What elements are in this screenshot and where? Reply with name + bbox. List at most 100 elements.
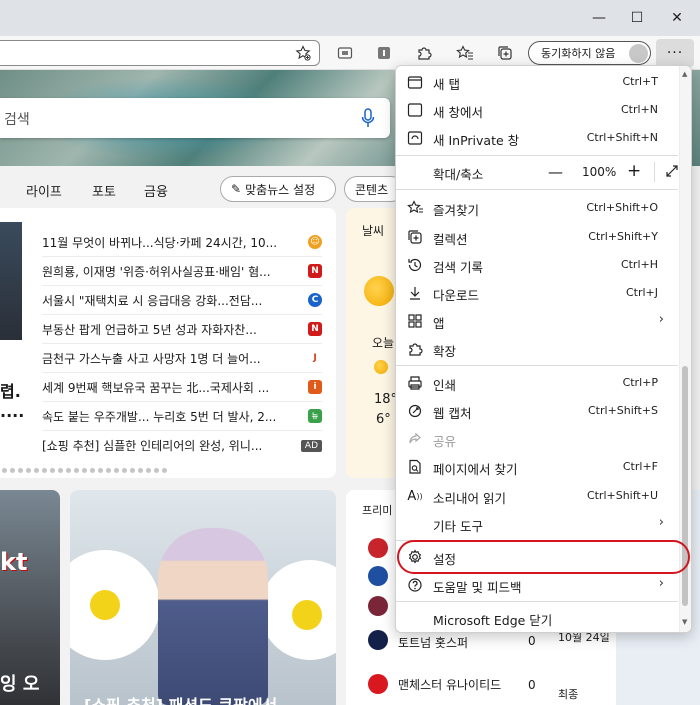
menu-item-new-inprivate[interactable]: 새 InPrivate 창 Ctrl+Shift+N (396, 124, 678, 152)
maximize-icon: ☐ (630, 10, 644, 26)
menu-item-find-on-page[interactable]: 페이지에서 찾기 Ctrl+F (396, 453, 678, 481)
sync-label: 동기화하지 않음 (541, 47, 616, 60)
menu-item-favorites[interactable]: 즐겨찾기 Ctrl+Shift+O (396, 194, 678, 222)
news-item[interactable]: 서울시 "재택치료 시 응급대응 강화...전담... C (42, 286, 322, 315)
team-score: 0 (528, 678, 536, 692)
immersive-reader-icon[interactable] (373, 43, 395, 63)
print-icon (406, 374, 424, 392)
match-status: 최종 (558, 688, 579, 701)
menu-item-extensions[interactable]: 확장 (396, 335, 678, 363)
read-aloud-icon: A)) (407, 488, 423, 504)
sun-small-icon (374, 360, 388, 374)
sun-icon (364, 276, 394, 306)
image-card-building[interactable]: kt 잉 오 (0, 490, 60, 705)
download-icon (406, 284, 424, 302)
news-source-icon: i (308, 380, 322, 394)
nav-item-finance[interactable]: 금융 (144, 181, 168, 200)
favorites-star-icon[interactable] (454, 43, 476, 63)
menu-item-new-tab[interactable]: 새 탭 Ctrl+T (396, 68, 678, 96)
share-icon (406, 430, 424, 448)
news-source-icon: N (308, 264, 322, 278)
new-window-icon (406, 101, 424, 119)
kt-logo: kt (0, 548, 28, 576)
ad-badge: AD (300, 439, 322, 452)
chevron-right-icon: › (658, 515, 664, 530)
news-card: 렵..... 11월 무엇이 바뀌나...식당·카페 24시간, 10... ☺ … (0, 208, 336, 478)
team-score: 0 (528, 634, 536, 648)
collections-icon (406, 228, 424, 246)
zoom-in-button[interactable]: + (627, 161, 641, 181)
menu-item-share: 공유 (396, 425, 678, 453)
pencil-icon: ✎ (231, 182, 242, 196)
menu-separator (396, 155, 678, 156)
premier-card-title: 프리미 (362, 504, 393, 517)
settings-highlight-annotation (397, 540, 690, 574)
find-on-page-icon (406, 458, 424, 476)
settings-and-more-button[interactable]: ··· (656, 39, 694, 67)
nav-item-life[interactable]: 라이프 (26, 181, 62, 200)
news-item[interactable]: 원희룡, 이재명 '위증·허위사실공표·배임' 혐... N (42, 257, 322, 286)
personalize-news-label: 맞춤뉴스 설정 (245, 182, 316, 197)
team-logo-icon (368, 596, 388, 616)
menu-item-read-aloud[interactable]: A)) 소리내어 읽기 Ctrl+Shift+U (396, 482, 678, 510)
nav-item-photo[interactable]: 포토 (92, 181, 116, 200)
minimize-icon: — (592, 10, 606, 26)
menu-item-zoom: 확대/축소 — 100% + (396, 158, 678, 186)
team-name: 맨체스터 유나이티드 (398, 678, 502, 692)
menu-item-history[interactable]: 검색 기록 Ctrl+H (396, 251, 678, 279)
image-card-fashion[interactable]: [쇼핑 추천] 패션도 쿠팡에서 (70, 490, 336, 705)
settings-and-more-menu: 새 탭 Ctrl+T 새 창에서 Ctrl+N 새 InPrivate 창 Ct… (395, 65, 692, 633)
menu-item-help-feedback[interactable]: 도움말 및 피드백 › (396, 571, 678, 599)
news-list: 11월 무엇이 바뀌나...식당·카페 24시간, 10... ☺ 원희룡, 이재… (42, 228, 322, 460)
news-item[interactable]: 세계 9번째 핵보유국 꿈꾸는 北...국제사회 ... i (42, 373, 322, 402)
news-item[interactable]: 금천구 가스누출 사고 사망자 1명 더 늘어... J (42, 344, 322, 373)
menu-item-more-tools[interactable]: 기타 도구 › (396, 510, 678, 538)
menu-item-web-capture[interactable]: 웹 캡처 Ctrl+Shift+S (396, 397, 678, 425)
news-source-icon: C (308, 293, 322, 307)
menu-item-collections[interactable]: 컬렉션 Ctrl+Shift+Y (396, 223, 678, 251)
team-logo-icon (368, 674, 388, 694)
address-bar[interactable] (0, 40, 320, 66)
menu-separator (396, 365, 678, 366)
collections-icon[interactable] (494, 43, 516, 63)
menu-item-print[interactable]: 인쇄 Ctrl+P (396, 369, 678, 397)
microphone-icon[interactable] (358, 107, 378, 129)
menu-item-close-edge[interactable]: Microsoft Edge 닫기 (396, 604, 678, 632)
news-headline-fragment[interactable]: 렵..... (0, 378, 24, 421)
menu-item-apps[interactable]: 앱 › (396, 307, 678, 335)
team-logo-icon (368, 538, 388, 558)
team-logo-icon (368, 566, 388, 586)
news-item[interactable]: 속도 붙는 우주개발... 누리호 5번 더 발사, 2... 뉴 (42, 402, 322, 431)
menu-item-downloads[interactable]: 다운로드 Ctrl+J (396, 279, 678, 307)
weather-today-label: 오늘 (372, 336, 395, 350)
news-item[interactable]: 11월 무엇이 바뀌나...식당·카페 24시간, 10... ☺ (42, 228, 322, 257)
add-favorite-icon[interactable] (292, 43, 314, 63)
fullscreen-icon[interactable] (664, 163, 680, 183)
scroll-down-arrow-icon[interactable]: ▼ (682, 618, 687, 626)
web-search-box[interactable]: 검색 (0, 98, 390, 138)
inprivate-icon (406, 129, 424, 147)
menu-item-new-window[interactable]: 새 창에서 Ctrl+N (396, 96, 678, 124)
zoom-out-button[interactable]: — (548, 163, 563, 181)
title-bar: — ☐ ✕ (0, 0, 700, 36)
image-card-caption: [쇼핑 추천] 패션도 쿠팡에서 (84, 692, 277, 705)
extensions-icon (406, 340, 424, 358)
zoom-level: 100% (582, 165, 617, 179)
news-source-icon: J (308, 351, 322, 365)
sync-profile-button[interactable]: 동기화하지 않음 (528, 41, 651, 65)
weather-title: 날씨 (362, 224, 385, 238)
extensions-puzzle-icon[interactable] (413, 43, 435, 63)
news-thumbnail[interactable] (0, 222, 22, 340)
reading-view-icon[interactable] (334, 43, 356, 63)
more-dots-icon: ··· (666, 45, 684, 61)
news-item[interactable]: 부동산 팝게 언급하고 5년 성과 자화자찬... N (42, 315, 322, 344)
favorites-icon (406, 199, 424, 217)
scroll-up-arrow-icon[interactable]: ▲ (682, 70, 687, 78)
carousel-dots[interactable] (2, 468, 172, 476)
news-source-icon: ☺ (308, 235, 322, 249)
content-label: 콘텐츠 (355, 182, 389, 197)
personalize-news-button[interactable]: ✎ 맞춤뉴스 설정 (220, 176, 336, 202)
profile-avatar-icon (629, 44, 648, 63)
close-window-button[interactable]: ✕ (654, 0, 700, 36)
news-item-ad[interactable]: [쇼핑 추천] 심플한 인테리어의 완성, 위니... AD (42, 431, 322, 460)
